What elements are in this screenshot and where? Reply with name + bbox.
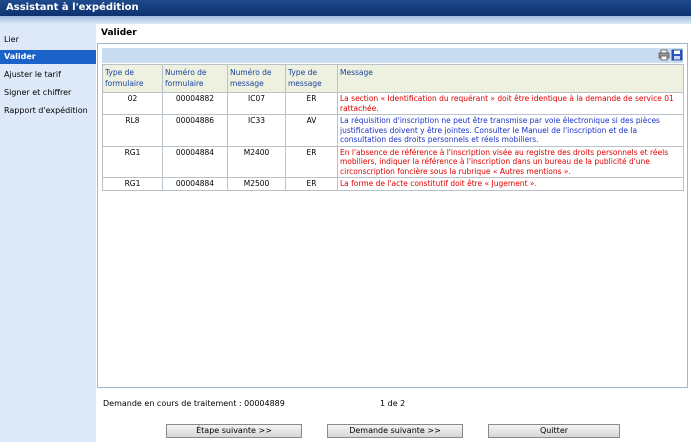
cell-message: La section « Identification du requérant… [337, 92, 684, 115]
sidebar-item-label: Signer et chiffrer [4, 88, 72, 97]
cell-message: En l'absence de référence à l'inscriptio… [337, 145, 684, 178]
messages-table-container: Type de formulaire Numéro de formulaire … [102, 64, 684, 191]
table-header-row: Type de formulaire Numéro de formulaire … [102, 64, 684, 93]
cell-form-number: 00004884 [162, 145, 228, 178]
app-title-bar: Assistant à l'expédition [0, 0, 691, 16]
cell-form-number: 00004884 [162, 177, 228, 191]
panel-toolbar [102, 48, 683, 63]
app-title: Assistant à l'expédition [6, 2, 139, 13]
column-header-message-type[interactable]: Type de message [285, 64, 338, 93]
cell-message-number: M2500 [227, 177, 286, 191]
column-header-form-number[interactable]: Numéro de formulaire [162, 64, 228, 93]
cell-message: La réquisition d'inscription ne peut êtr… [337, 114, 684, 147]
sidebar-item-rapport-expedition[interactable]: Rapport d'expédition [0, 104, 96, 118]
table-row[interactable]: RG1 00004884 M2400 ER En l'absence de ré… [102, 145, 684, 178]
next-step-button[interactable]: Étape suivante >> [166, 424, 302, 438]
sidebar-item-label: Valider [4, 52, 36, 61]
cell-message-type: ER [285, 145, 338, 178]
pagination-indicator: 1 de 2 [380, 399, 406, 408]
cell-message-type: ER [285, 92, 338, 115]
column-header-message-number[interactable]: Numéro de message [227, 64, 286, 93]
cell-message-number: M2400 [227, 145, 286, 178]
table-row[interactable]: RG1 00004884 M2500 ER La forme de l'acte… [102, 177, 684, 191]
sidebar: Lier Valider Ajuster le tarif Signer et … [0, 24, 96, 442]
next-request-button[interactable]: Demande suivante >> [327, 424, 463, 438]
sidebar-item-label: Lier [4, 35, 19, 44]
table-row[interactable]: RL8 00004886 IC33 AV La réquisition d'in… [102, 114, 684, 147]
page-title: Valider [101, 28, 137, 38]
cell-form-number: 00004886 [162, 114, 228, 147]
cell-message: La forme de l'acte constitutif doit être… [337, 177, 684, 191]
cell-form-type: 02 [102, 92, 163, 115]
current-request-status: Demande en cours de traitement : 0000488… [103, 399, 285, 408]
sidebar-item-ajuster-le-tarif[interactable]: Ajuster le tarif [0, 68, 96, 82]
cell-message-type: AV [285, 114, 338, 147]
sidebar-item-valider[interactable]: Valider [0, 50, 96, 64]
sidebar-item-lier[interactable]: Lier [0, 33, 96, 47]
cell-message-type: ER [285, 177, 338, 191]
cell-form-type: RG1 [102, 145, 163, 178]
quit-button[interactable]: Quitter [488, 424, 620, 438]
cell-form-type: RG1 [102, 177, 163, 191]
floppy-disk-icon[interactable] [671, 49, 683, 61]
cell-form-number: 00004882 [162, 92, 228, 115]
cell-form-type: RL8 [102, 114, 163, 147]
sidebar-item-label: Ajuster le tarif [4, 70, 61, 79]
title-bar-gradient [0, 16, 691, 24]
sidebar-item-label: Rapport d'expédition [4, 106, 88, 115]
sidebar-item-signer-et-chiffrer[interactable]: Signer et chiffrer [0, 86, 96, 100]
messages-table: Type de formulaire Numéro de formulaire … [102, 64, 684, 191]
column-header-form-type[interactable]: Type de formulaire [102, 64, 163, 93]
column-header-message[interactable]: Message [337, 64, 684, 93]
cell-message-number: IC07 [227, 92, 286, 115]
validation-panel: Type de formulaire Numéro de formulaire … [97, 43, 688, 388]
cell-message-number: IC33 [227, 114, 286, 147]
table-row[interactable]: 02 00004882 IC07 ER La section « Identif… [102, 92, 684, 115]
printer-icon[interactable] [658, 49, 670, 61]
